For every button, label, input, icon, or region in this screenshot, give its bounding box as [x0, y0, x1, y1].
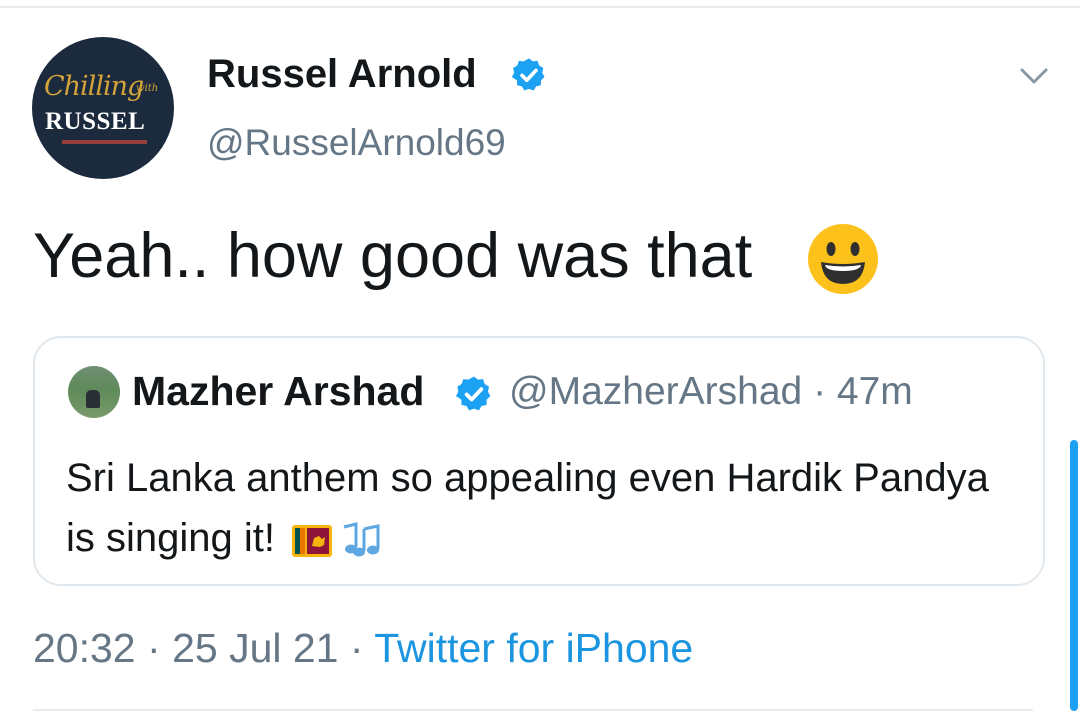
author-name[interactable]: Russel Arnold: [207, 52, 477, 97]
avatar-script-text: Chilling: [44, 71, 144, 102]
quoted-verified-badge-icon: [456, 376, 491, 411]
meta-separator: ·: [349, 625, 364, 671]
quoted-age: 47m: [836, 370, 913, 413]
verified-badge-icon: [511, 58, 545, 91]
chevron-down-icon[interactable]: [1016, 64, 1052, 88]
quoted-handle-line: @MazherArshad · 47m: [509, 370, 913, 414]
quoted-author-name[interactable]: Mazher Arshad: [132, 368, 424, 415]
tweet-text: Yeah.. how good was that: [33, 221, 753, 291]
quoted-author-handle[interactable]: @MazherArshad: [509, 370, 802, 413]
meta-separator: ·: [147, 625, 161, 671]
musical-notes-icon: [343, 522, 380, 557]
avatar-tagline-bar: [62, 140, 147, 144]
scrollbar[interactable]: [1070, 440, 1078, 711]
quoted-author-avatar[interactable]: [68, 366, 120, 418]
quoted-tweet-text: Sri Lanka anthem so appealing even Hardi…: [66, 456, 989, 560]
author-avatar[interactable]: Chilling with RUSSEL: [32, 37, 174, 179]
top-divider: [0, 6, 1080, 8]
tweet-source-link[interactable]: Twitter for iPhone: [374, 625, 693, 671]
smiley-face-icon: [808, 224, 878, 294]
sri-lanka-flag-icon: [292, 525, 333, 558]
tweet-meta: 20:32 · 25 Jul 21 · Twitter for iPhone: [33, 625, 693, 672]
avatar-with-text: with: [136, 83, 159, 94]
avatar-brand-text: RUSSEL: [45, 108, 146, 135]
quoted-emojis: [292, 510, 382, 570]
author-handle[interactable]: @RusselArnold69: [207, 122, 506, 164]
quoted-separator: ·: [813, 370, 827, 413]
tweet-time[interactable]: 20:32: [33, 625, 136, 671]
avatar-figure: [86, 390, 100, 408]
quoted-tweet-card[interactable]: Mazher Arshad @MazherArshad · 47m Sri La…: [33, 336, 1045, 586]
quoted-tweet-text-block: Sri Lanka anthem so appealing even Hardi…: [66, 448, 1016, 570]
tweet-date[interactable]: 25 Jul 21: [172, 625, 338, 671]
